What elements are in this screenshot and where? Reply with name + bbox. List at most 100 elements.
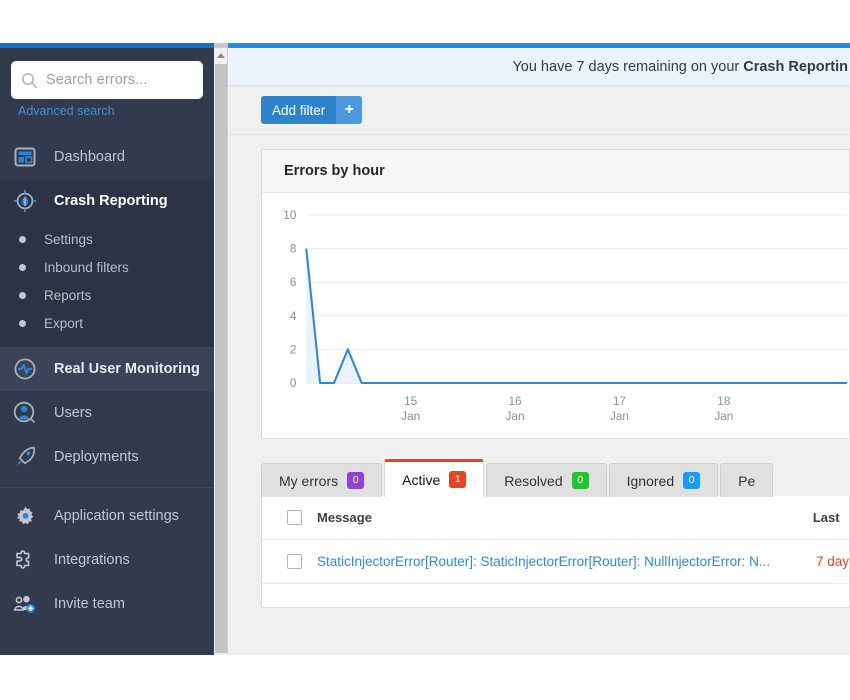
puzzle-icon	[12, 547, 38, 573]
tab-my-errors[interactable]: My errors 0	[261, 463, 383, 497]
svg-text:Jan: Jan	[714, 409, 733, 423]
row-message-cell: StaticInjectorError[Router]: StaticInjec…	[317, 539, 813, 584]
sidebar-nav: Dashboard Crash Reporting Settings Inbou…	[0, 135, 214, 626]
gear-icon	[12, 503, 38, 529]
table-row[interactable]: StaticInjectorError[Router]: StaticInjec…	[262, 539, 849, 584]
svg-text:4: 4	[290, 309, 297, 323]
bullet-icon	[19, 291, 26, 299]
plus-icon[interactable]: +	[336, 96, 363, 124]
main-content: You have 7 days remaining on your Crash …	[228, 48, 850, 655]
tab-label: My errors	[279, 472, 339, 489]
svg-text:16: 16	[508, 394, 521, 408]
select-all-header	[262, 496, 317, 540]
sidebar: Search errors... Advanced search Dashboa	[0, 48, 214, 655]
vertical-scrollbar[interactable]	[214, 48, 228, 655]
sidebar-item-users[interactable]: Users	[0, 391, 214, 435]
trial-banner-prefix: You have 7 days remaining on your	[512, 58, 744, 75]
sidebar-item-application-settings[interactable]: Application settings	[0, 494, 214, 538]
sidebar-item-label: Dashboard	[54, 149, 125, 165]
row-checkbox[interactable]	[287, 554, 302, 569]
select-all-checkbox[interactable]	[287, 510, 302, 525]
sidebar-item-real-user-monitoring[interactable]: Real User Monitoring	[0, 347, 214, 391]
body-row: Search errors... Advanced search Dashboa	[0, 48, 850, 655]
errors-table: Message Last StaticInjectorError[Router]	[262, 496, 849, 584]
dashboard-icon	[12, 144, 38, 170]
sidebar-subitem-label: Inbound filters	[44, 259, 129, 275]
svg-text:0: 0	[290, 376, 297, 390]
tab-label: Active	[402, 471, 441, 488]
tab-active[interactable]: Active 1	[384, 459, 485, 497]
table-head: Message Last	[262, 496, 849, 540]
sidebar-subitem-settings[interactable]: Settings	[0, 225, 214, 253]
content-scroll-area: Errors by hour 0 2 4 6 8 10 15 Jan 16 Jan 17 Jan 18 J…	[228, 135, 850, 655]
sidebar-item-dashboard[interactable]: Dashboard	[0, 135, 214, 179]
svg-text:8: 8	[290, 242, 297, 256]
tab-ignored[interactable]: Ignored 0	[608, 463, 719, 497]
svg-text:10: 10	[283, 208, 296, 222]
tab-resolved[interactable]: Resolved 0	[486, 463, 607, 497]
card-header: Errors by hour	[262, 150, 849, 193]
sidebar-item-label: Integrations	[54, 552, 130, 568]
bug-crosshair-icon	[12, 188, 38, 214]
add-user-icon	[12, 591, 38, 617]
tab-count-badge: 0	[571, 472, 589, 489]
svg-text:6: 6	[290, 275, 297, 289]
tab-label: Pe	[738, 472, 756, 489]
sidebar-subitem-reports[interactable]: Reports	[0, 281, 214, 309]
sidebar-item-label: Deployments	[54, 449, 139, 465]
bullet-icon	[19, 235, 26, 243]
sidebar-item-label: Users	[54, 405, 92, 421]
tab-label: Ignored	[626, 472, 675, 489]
tab-count-badge: 0	[683, 472, 701, 489]
sidebar-item-invite-team[interactable]: Invite team	[0, 582, 214, 626]
svg-text:Jan: Jan	[506, 409, 525, 423]
add-filter-button[interactable]: Add filter +	[261, 96, 363, 124]
search-section: Search errors... Advanced search	[0, 48, 214, 118]
trial-banner-plan: Crash Reportin	[743, 58, 848, 75]
svg-text:15: 15	[404, 394, 417, 408]
sidebar-item-label: Real User Monitoring	[54, 361, 200, 377]
chart-svg: 024681015Jan16Jan17Jan18Jan	[283, 208, 848, 423]
tab-permanent[interactable]: Pe	[720, 463, 774, 497]
errors-table-panel: Message Last StaticInjectorError[Router]	[261, 496, 850, 608]
table-header-row: Message Last	[262, 496, 849, 540]
add-filter-label: Add filter	[261, 96, 337, 124]
search-icon	[21, 72, 38, 88]
sidebar-divider	[0, 487, 214, 488]
error-message-link[interactable]: StaticInjectorError[Router]: StaticInjec…	[317, 554, 770, 569]
svg-text:Jan: Jan	[401, 409, 420, 423]
svg-text:2: 2	[290, 342, 297, 356]
advanced-search-link[interactable]: Advanced search	[11, 99, 203, 118]
svg-text:17: 17	[613, 394, 626, 408]
card-title: Errors by hour	[284, 163, 385, 179]
sidebar-item-label: Application settings	[54, 508, 179, 524]
app-window: Search errors... Advanced search Dashboa	[0, 43, 850, 655]
chevron-up-icon	[216, 52, 225, 58]
errors-by-hour-chart[interactable]: 0 2 4 6 8 10 15 Jan 16 Jan 17 Jan 18 Jan	[262, 193, 849, 438]
sidebar-subitem-label: Reports	[44, 287, 92, 303]
sidebar-item-integrations[interactable]: Integrations	[0, 538, 214, 582]
rocket-icon	[12, 444, 38, 470]
svg-text:Jan: Jan	[610, 409, 629, 423]
errors-by-hour-card: Errors by hour 0 2 4 6 8 10 15 Jan 16 Jan 17 Jan 18 J…	[261, 149, 850, 439]
pulse-icon	[12, 356, 38, 382]
svg-text:18: 18	[717, 394, 730, 408]
bullet-icon	[19, 319, 26, 327]
sidebar-subnav: Settings Inbound filters Reports Export	[0, 223, 214, 347]
search-input[interactable]: Search errors...	[11, 61, 203, 99]
scrollbar-thumb[interactable]	[215, 64, 227, 653]
sidebar-subitem-label: Export	[44, 315, 84, 331]
bullet-icon	[19, 263, 26, 271]
user-icon	[12, 400, 38, 426]
row-last-seen: 7 day	[812, 539, 849, 584]
column-header-message: Message	[317, 496, 813, 540]
column-header-last-seen: Last	[812, 496, 849, 540]
row-select-cell	[262, 539, 317, 584]
tab-count-badge: 0	[347, 472, 365, 489]
sidebar-item-crash-reporting[interactable]: Crash Reporting	[0, 179, 214, 223]
trial-banner: You have 7 days remaining on your Crash …	[228, 48, 850, 86]
sidebar-item-deployments[interactable]: Deployments	[0, 435, 214, 479]
sidebar-subitem-inbound-filters[interactable]: Inbound filters	[0, 253, 214, 281]
scroll-up-button[interactable]	[214, 48, 227, 62]
sidebar-subitem-export[interactable]: Export	[0, 309, 214, 337]
